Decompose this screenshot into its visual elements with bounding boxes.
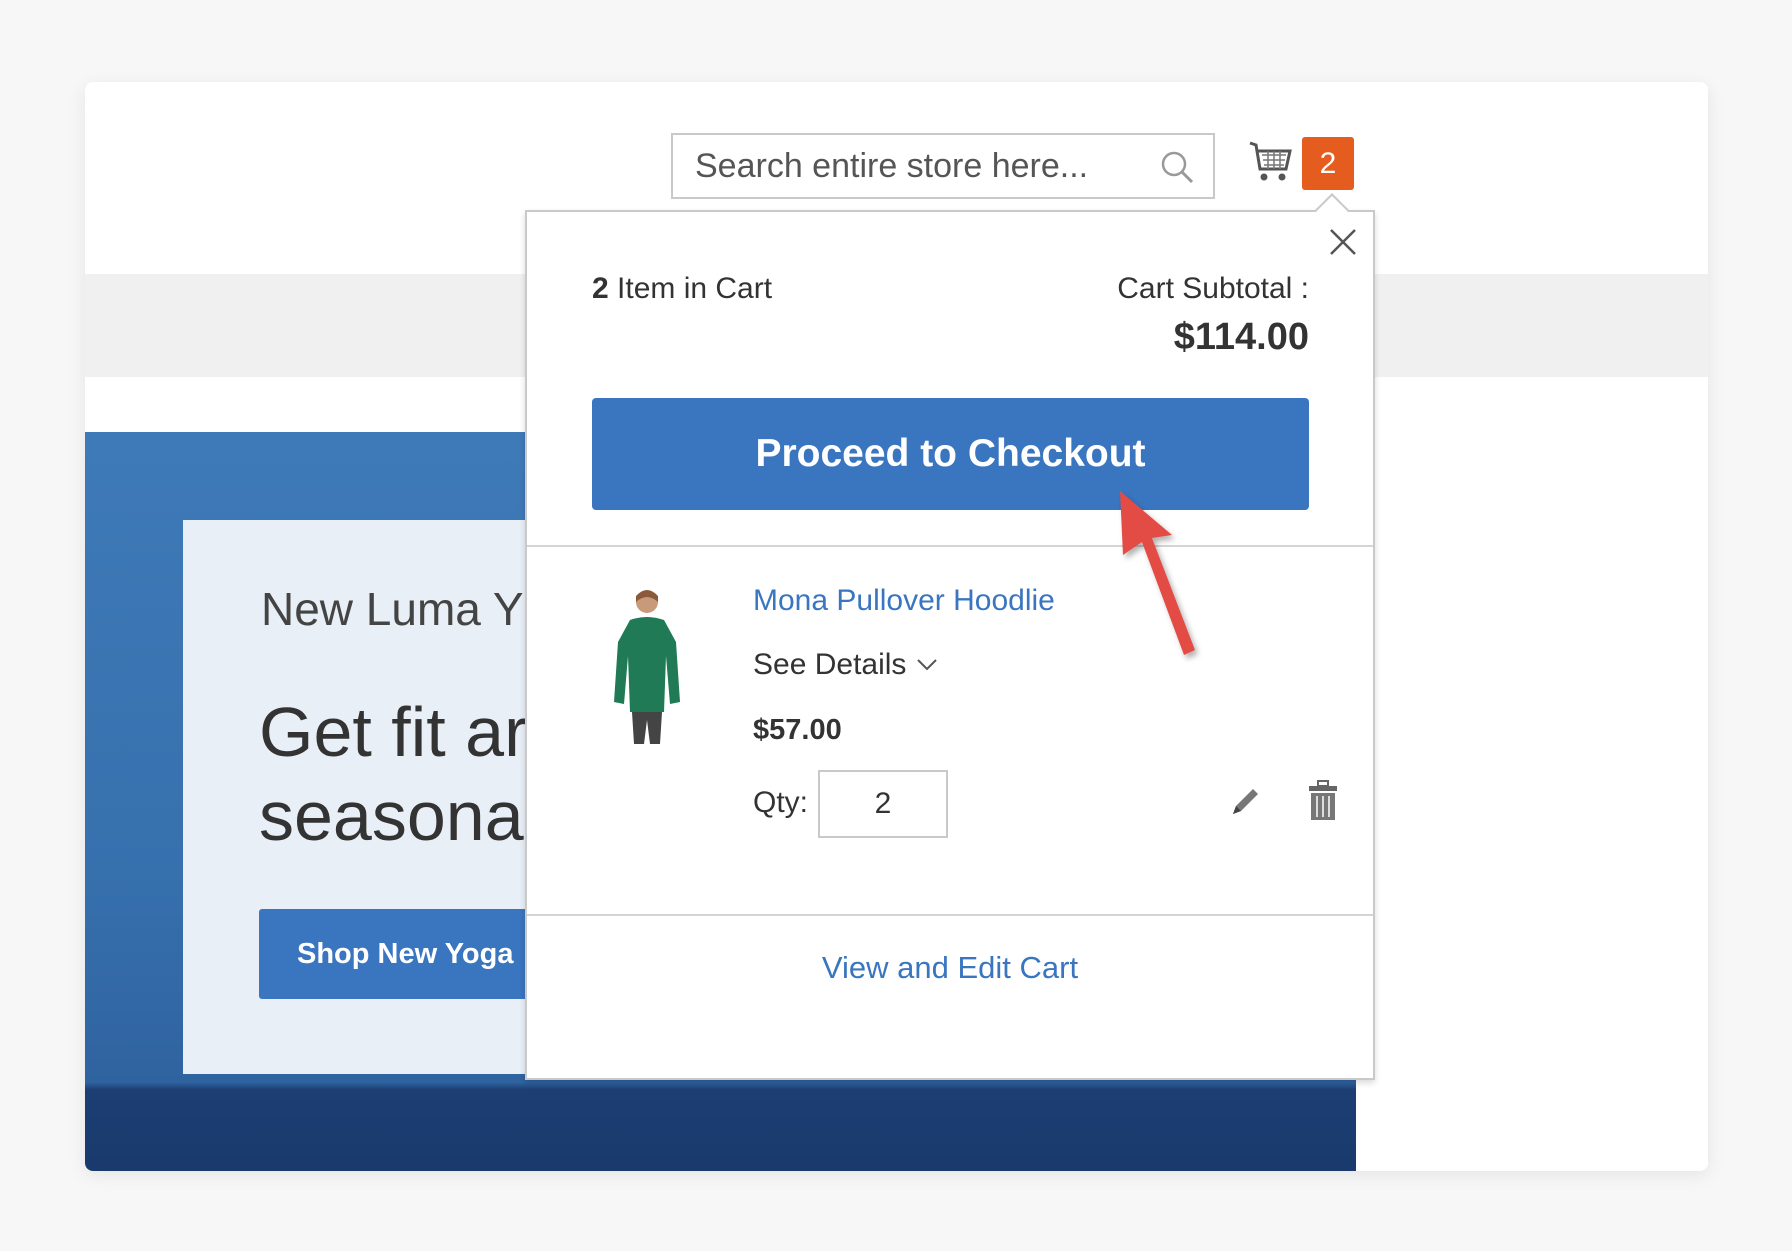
search-box[interactable] [671, 133, 1215, 199]
item-count-label: Item in Cart [608, 272, 773, 305]
cart-count-badge[interactable]: 2 [1302, 137, 1354, 190]
divider [527, 545, 1373, 547]
minicart-dropdown: 2 Item in Cart Cart Subtotal : $114.00 P… [525, 210, 1375, 1080]
view-and-edit-cart-link[interactable]: View and Edit Cart [527, 950, 1373, 986]
cart-item-count: 2 Item in Cart [592, 272, 772, 306]
subtotal-value: $114.00 [1173, 316, 1309, 358]
cart-icon[interactable] [1248, 139, 1294, 185]
trash-icon[interactable] [1307, 780, 1339, 822]
hero-subtitle: New Luma Y [261, 583, 524, 635]
see-details-toggle[interactable]: See Details [753, 648, 938, 682]
divider [527, 914, 1373, 916]
edit-pencil-icon[interactable] [1227, 784, 1263, 820]
product-name-link[interactable]: Mona Pullover Hoodlie [753, 584, 1055, 618]
product-price: $57.00 [753, 714, 842, 746]
subtotal-label: Cart Subtotal : [1117, 272, 1309, 305]
see-details-label: See Details [753, 648, 907, 681]
proceed-to-checkout-button[interactable]: Proceed to Checkout [592, 398, 1309, 510]
search-icon[interactable] [1159, 149, 1195, 185]
item-count-number: 2 [592, 272, 609, 305]
chevron-down-icon [917, 659, 938, 671]
product-image[interactable] [600, 584, 694, 746]
qty-label: Qty: [753, 786, 809, 819]
qty-input[interactable] [818, 770, 948, 838]
hero-title: Get fit ar seasona [259, 693, 528, 855]
search-input[interactable] [695, 146, 1135, 186]
close-icon[interactable] [1327, 226, 1359, 258]
